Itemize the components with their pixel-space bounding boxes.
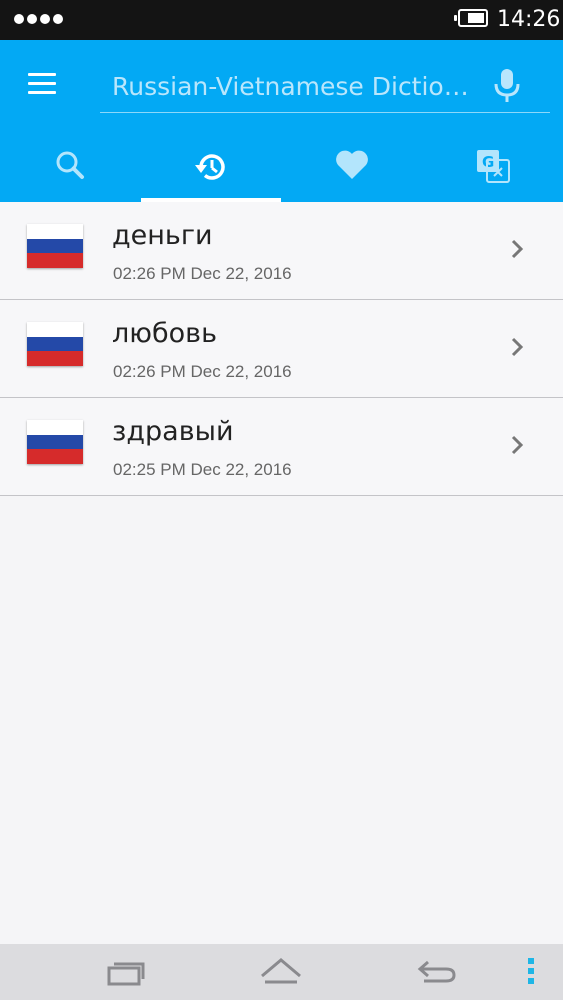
translate-icon: G bbox=[477, 150, 510, 183]
status-time: 14:26 bbox=[497, 7, 561, 32]
history-list: деньги 02:26 PM Dec 22, 2016 любовь 02:2… bbox=[0, 202, 563, 496]
microphone-icon[interactable] bbox=[492, 68, 522, 104]
history-word: любовь bbox=[112, 318, 217, 349]
chevron-right-icon bbox=[511, 435, 524, 455]
search-input[interactable]: Russian-Vietnamese Dictionary bbox=[112, 70, 482, 104]
back-button[interactable] bbox=[414, 954, 462, 990]
history-timestamp: 02:26 PM Dec 22, 2016 bbox=[113, 362, 292, 381]
russia-flag-icon bbox=[27, 224, 83, 268]
russia-flag-icon bbox=[27, 322, 83, 366]
search-field[interactable]: Russian-Vietnamese Dictionary bbox=[100, 62, 550, 113]
russia-flag-icon bbox=[27, 420, 83, 464]
recent-apps-button[interactable] bbox=[102, 954, 150, 990]
home-icon bbox=[261, 958, 301, 984]
home-button[interactable] bbox=[257, 954, 305, 990]
history-icon bbox=[195, 154, 225, 180]
menu-button[interactable] bbox=[24, 70, 60, 98]
app-header: Russian-Vietnamese Dictionary G bbox=[0, 40, 563, 202]
recent-apps-icon bbox=[107, 962, 145, 986]
battery-icon bbox=[454, 9, 488, 27]
search-icon bbox=[56, 151, 84, 179]
signal-strength-icon bbox=[14, 14, 63, 24]
history-item[interactable]: деньги 02:26 PM Dec 22, 2016 bbox=[0, 202, 563, 300]
history-word: деньги bbox=[112, 220, 213, 251]
history-word: здравый bbox=[112, 416, 234, 447]
history-timestamp: 02:25 PM Dec 22, 2016 bbox=[113, 460, 292, 479]
status-bar: 14:26 bbox=[0, 0, 563, 40]
more-options-icon[interactable] bbox=[527, 958, 535, 988]
tab-history[interactable] bbox=[141, 136, 281, 202]
svg-text:G: G bbox=[482, 153, 494, 171]
tab-search[interactable] bbox=[0, 136, 140, 202]
chevron-right-icon bbox=[511, 239, 524, 259]
tab-bar: G bbox=[0, 136, 563, 202]
history-timestamp: 02:26 PM Dec 22, 2016 bbox=[113, 264, 292, 283]
heart-icon bbox=[336, 150, 368, 179]
system-nav-bar bbox=[0, 944, 563, 1000]
history-item[interactable]: любовь 02:26 PM Dec 22, 2016 bbox=[0, 300, 563, 398]
tab-favorites[interactable] bbox=[282, 136, 422, 202]
back-icon bbox=[417, 960, 456, 983]
tab-translate[interactable]: G bbox=[423, 136, 563, 202]
history-item[interactable]: здравый 02:25 PM Dec 22, 2016 bbox=[0, 398, 563, 496]
chevron-right-icon bbox=[511, 337, 524, 357]
